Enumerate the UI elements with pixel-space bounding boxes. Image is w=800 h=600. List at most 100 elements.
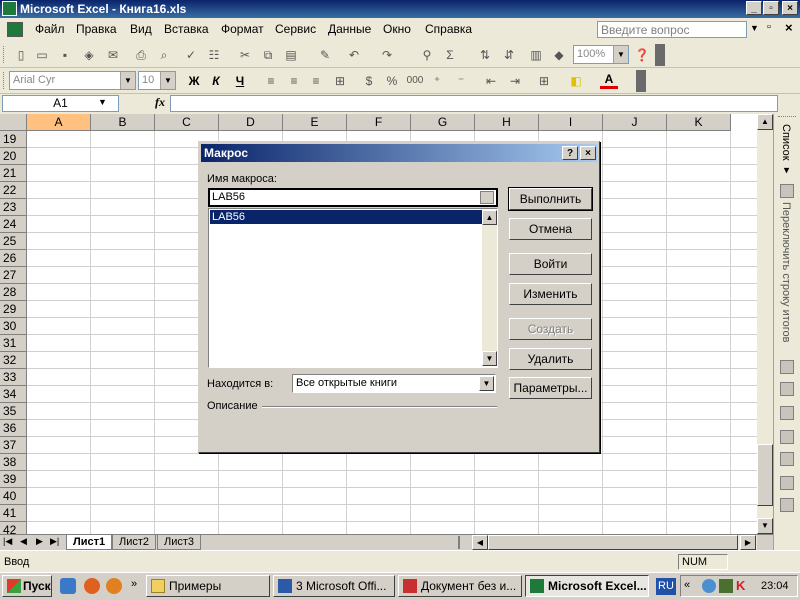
- toolbar-grip[interactable]: [3, 72, 7, 89]
- help-icon[interactable]: ❓: [633, 46, 651, 64]
- drawing-icon[interactable]: ◆: [550, 46, 568, 64]
- spelling-icon[interactable]: ✓: [182, 46, 200, 64]
- row-header[interactable]: 26: [0, 250, 27, 267]
- tab-split-handle[interactable]: [458, 536, 472, 549]
- research-icon[interactable]: ☷: [205, 46, 223, 64]
- row-header[interactable]: 33: [0, 369, 27, 386]
- increase-decimal-icon[interactable]: ⁺: [428, 72, 446, 90]
- column-header[interactable]: C: [155, 114, 219, 131]
- scroll-down-icon[interactable]: ▼: [482, 351, 497, 366]
- run-button[interactable]: Выполнить: [508, 187, 593, 211]
- menu-format[interactable]: Формат: [221, 22, 264, 36]
- workbook-icon[interactable]: [7, 22, 23, 37]
- scroll-thumb[interactable]: [757, 444, 773, 506]
- percent-button[interactable]: %: [383, 72, 401, 90]
- row-header[interactable]: 20: [0, 148, 27, 165]
- taskbar-button-word[interactable]: 3 Microsoft Offi...: [273, 575, 395, 597]
- publish-icon[interactable]: [780, 452, 794, 466]
- sheet-tab-1[interactable]: Лист1: [66, 535, 113, 550]
- ie-quicklaunch-icon[interactable]: [60, 578, 76, 594]
- menu-insert[interactable]: Вставка: [164, 22, 209, 36]
- menu-help[interactable]: Справка: [425, 22, 472, 36]
- bold-button[interactable]: Ж: [185, 72, 203, 90]
- toggle-total-row-button[interactable]: Переключить строку итогов: [780, 202, 792, 343]
- cut-icon[interactable]: ✂: [236, 46, 254, 64]
- chevron-down-icon[interactable]: ▼: [479, 376, 494, 391]
- column-header[interactable]: H: [475, 114, 539, 131]
- macro-list-item[interactable]: LAB56: [210, 210, 482, 224]
- row-header[interactable]: 21: [0, 165, 27, 182]
- open-icon[interactable]: ▭: [33, 46, 51, 64]
- row-header[interactable]: 22: [0, 182, 27, 199]
- antivirus-tray-icon[interactable]: K: [736, 579, 750, 593]
- minimize-button[interactable]: _: [746, 1, 762, 15]
- language-indicator[interactable]: RU: [656, 578, 676, 595]
- font-color-button[interactable]: A: [600, 72, 618, 89]
- font-size-select[interactable]: 10 ▼: [138, 71, 176, 90]
- h-scroll-thumb[interactable]: [488, 535, 738, 550]
- print-preview-icon[interactable]: ⌕: [155, 46, 173, 64]
- sheet-tab-2[interactable]: Лист2: [112, 535, 157, 550]
- menu-data[interactable]: Данные: [328, 22, 371, 36]
- tray-expand-icon[interactable]: «: [684, 579, 690, 591]
- scroll-right-icon[interactable]: ▶: [740, 535, 756, 550]
- row-header[interactable]: 32: [0, 352, 27, 369]
- align-right-icon[interactable]: ≡: [307, 72, 325, 90]
- autosum-icon[interactable]: Σ: [441, 46, 459, 64]
- network-tray-icon[interactable]: [702, 579, 716, 593]
- column-header[interactable]: J: [603, 114, 667, 131]
- taskbar-button-examples[interactable]: Примеры: [146, 575, 270, 597]
- merge-center-icon[interactable]: ⊞: [331, 72, 349, 90]
- currency-button[interactable]: $: [360, 72, 378, 90]
- row-header[interactable]: 27: [0, 267, 27, 284]
- row-header[interactable]: 36: [0, 420, 27, 437]
- toolbar-options-icon[interactable]: [636, 70, 646, 92]
- macro-list[interactable]: LAB56 ▲ ▼: [208, 208, 498, 368]
- dialog-help-button[interactable]: ?: [562, 146, 578, 160]
- taskbar-button-document[interactable]: Документ без и...: [398, 575, 522, 597]
- chart-icon[interactable]: [780, 360, 794, 374]
- column-header[interactable]: B: [91, 114, 155, 131]
- decrease-decimal-icon[interactable]: ⁻: [452, 72, 470, 90]
- copy-icon[interactable]: ⧉: [259, 46, 277, 64]
- cancel-button[interactable]: Отмена: [509, 218, 592, 240]
- save-icon[interactable]: ▪: [56, 46, 74, 64]
- new-icon[interactable]: ▯: [12, 46, 30, 64]
- macro-name-field[interactable]: LAB56: [208, 188, 498, 207]
- column-header[interactable]: D: [219, 114, 283, 131]
- list-tools-icon[interactable]: [780, 406, 794, 420]
- next-sheet-icon[interactable]: ▶: [36, 536, 43, 547]
- help-question-input[interactable]: Введите вопрос: [597, 21, 747, 38]
- first-sheet-icon[interactable]: |◀: [3, 536, 12, 547]
- doc-restore-icon[interactable]: ▫: [767, 21, 771, 33]
- collapse-dialog-icon[interactable]: [480, 191, 494, 204]
- row-header[interactable]: 34: [0, 386, 27, 403]
- row-header[interactable]: 35: [0, 403, 27, 420]
- create-button[interactable]: Создать: [509, 318, 592, 340]
- row-header[interactable]: 24: [0, 216, 27, 233]
- menu-view[interactable]: Вид: [130, 22, 152, 36]
- row-header[interactable]: 19: [0, 131, 27, 148]
- fill-color-icon[interactable]: ◧: [567, 72, 585, 90]
- options-button[interactable]: Параметры...: [509, 377, 592, 399]
- location-select[interactable]: Все открытые книги ▼: [292, 374, 496, 393]
- scroll-down-icon[interactable]: ▼: [757, 518, 773, 534]
- name-box-dropdown-icon[interactable]: ▼: [98, 97, 107, 107]
- sort-asc-icon[interactable]: ⇅: [476, 46, 494, 64]
- undo-icon[interactable]: ↶: [345, 46, 363, 64]
- list-dropdown[interactable]: Список ▾: [780, 124, 793, 177]
- underline-button[interactable]: Ч: [231, 72, 249, 90]
- select-all-corner[interactable]: [0, 114, 27, 131]
- italic-button[interactable]: К: [207, 72, 225, 90]
- row-header[interactable]: 39: [0, 471, 27, 488]
- column-header[interactable]: K: [667, 114, 731, 131]
- row-header[interactable]: 23: [0, 199, 27, 216]
- pane-grip[interactable]: [778, 116, 796, 119]
- row-header[interactable]: 38: [0, 454, 27, 471]
- table-icon[interactable]: [780, 382, 794, 396]
- security-tray-icon[interactable]: [719, 579, 733, 593]
- horizontal-scrollbar[interactable]: ◀ ▶: [472, 535, 757, 550]
- sync-icon[interactable]: [780, 476, 794, 490]
- permission-icon[interactable]: ◈: [80, 46, 98, 64]
- row-header[interactable]: 25: [0, 233, 27, 250]
